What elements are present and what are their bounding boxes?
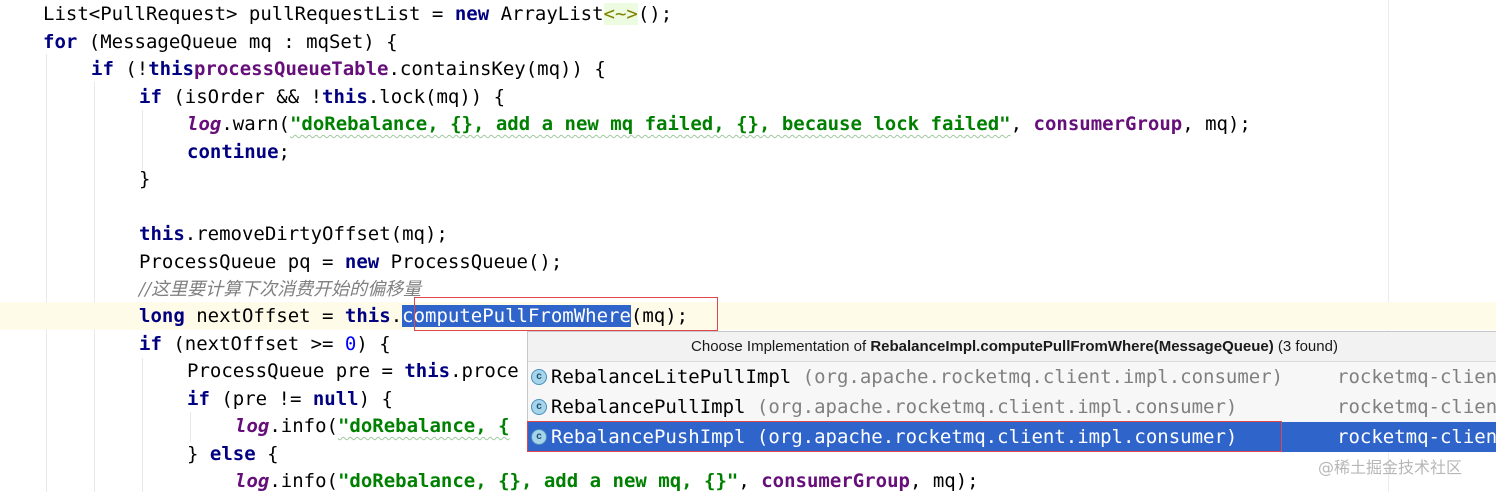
implementation-module: rocketmq-client	[1337, 366, 1496, 388]
indent-guide	[46, 54, 47, 492]
code-line-4[interactable]: if (isOrder && !this.lock(mq)) {	[139, 84, 505, 111]
implementation-module: rocketmq-client	[1337, 426, 1496, 448]
implementation-package: (org.apache.rocketmq.client.impl.consume…	[791, 366, 1284, 388]
indent-guide	[190, 412, 191, 442]
code-line-13[interactable]: if (nextOffset >= 0) {	[139, 331, 391, 358]
code-line-1[interactable]: List<PullRequest> pullRequestList = new …	[43, 1, 672, 28]
implementation-module: rocketmq-client	[1337, 396, 1496, 418]
code-line-3[interactable]: if (!thisprocessQueueTable.containsKey(m…	[91, 56, 606, 83]
code-line-15[interactable]: if (pre != null) {	[187, 386, 393, 413]
code-line-10[interactable]: ProcessQueue pq = new ProcessQueue();	[139, 249, 562, 276]
implementation-class-name: RebalanceLitePullImpl	[551, 366, 792, 388]
watermark: @稀土掘金技术社区	[1318, 458, 1463, 477]
popup-title: Choose Implementation of RebalanceImpl.c…	[528, 332, 1496, 362]
code-comment[interactable]: //这里要计算下次消费开始的偏移量	[139, 276, 421, 303]
code-line-16[interactable]: log.info("doRebalance, {	[235, 413, 510, 440]
indent-guide	[142, 358, 143, 492]
code-line-9[interactable]: this.removeDirtyOffset(mq);	[139, 221, 448, 248]
selected-item-highlight-box	[527, 421, 1282, 452]
code-line-7[interactable]: }	[139, 166, 150, 193]
indent-guide	[142, 110, 143, 170]
code-line-5[interactable]: log.warn("doRebalance, {}, add a new mq …	[187, 111, 1251, 138]
implementation-class-name: RebalancePullImpl	[551, 396, 746, 418]
code-line-2[interactable]: for (MessageQueue mq : mqSet) {	[43, 29, 398, 56]
method-call-highlight-box	[414, 297, 718, 331]
indent-guide	[94, 82, 95, 492]
implementation-item-lite-pull[interactable]: c RebalanceLitePullImpl (org.apache.rock…	[528, 362, 1496, 392]
class-icon: c	[531, 369, 547, 385]
implementation-package: (org.apache.rocketmq.client.impl.consume…	[745, 396, 1238, 418]
code-line-18[interactable]: log.info("doRebalance, {}, add a new mq,…	[235, 468, 979, 495]
class-icon: c	[531, 399, 547, 415]
implementation-item-pull[interactable]: c RebalancePullImpl (org.apache.rocketmq…	[528, 392, 1496, 422]
code-line-17[interactable]: } else {	[187, 441, 279, 468]
code-line-6[interactable]: continue;	[187, 139, 290, 166]
code-line-14[interactable]: ProcessQueue pre = this.proce	[187, 358, 519, 385]
